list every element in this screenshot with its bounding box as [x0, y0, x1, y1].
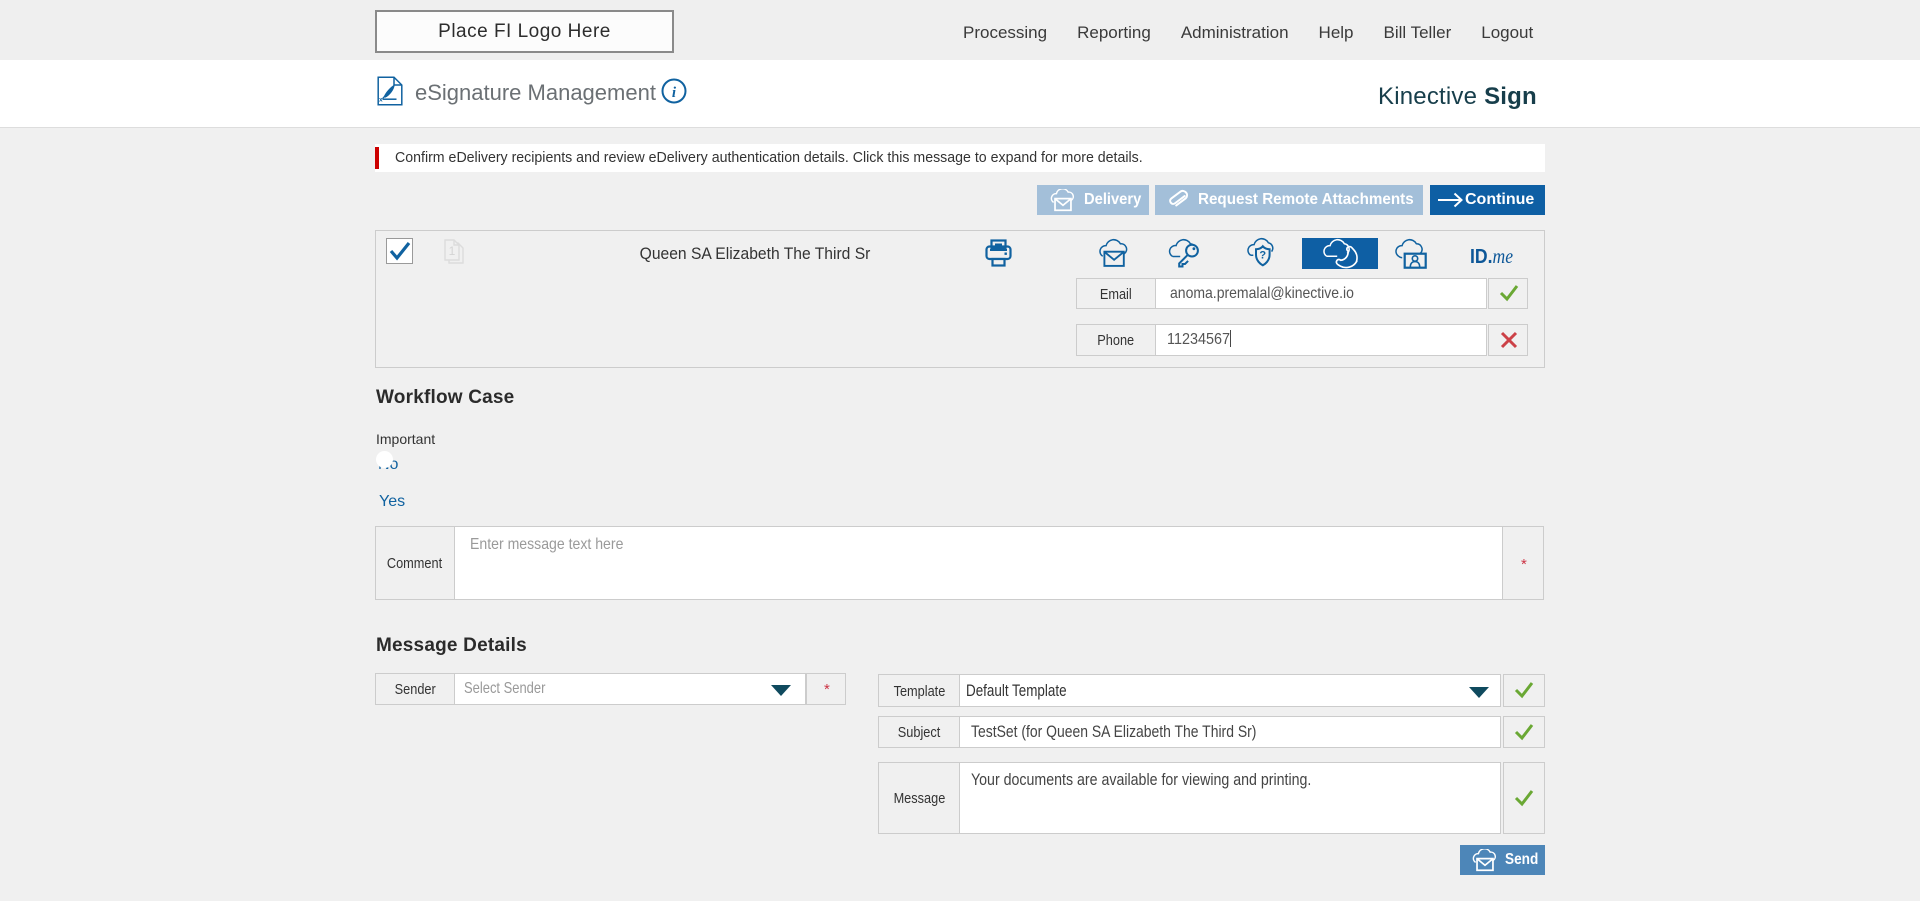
svg-text:1: 1 — [449, 244, 456, 258]
svg-text:?: ? — [1259, 250, 1266, 262]
svg-text:i: i — [672, 85, 677, 101]
svg-text:x: x — [379, 97, 383, 104]
